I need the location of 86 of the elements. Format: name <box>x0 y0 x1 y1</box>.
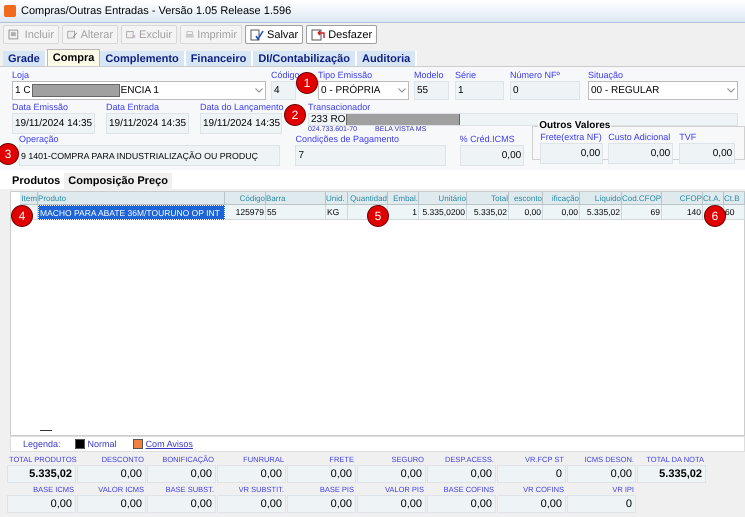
field-label: Data Emissão <box>12 102 70 114</box>
field-label: Série <box>455 70 478 82</box>
undo-document-icon <box>311 28 326 41</box>
field-label: Transacionador <box>308 102 372 114</box>
scrollbar-thumb[interactable] <box>40 430 52 432</box>
total-field: 0 <box>567 495 636 513</box>
tab[interactable]: Auditoria <box>357 51 418 66</box>
dropdown-field[interactable]: 00 - REGULAR <box>588 81 738 100</box>
tab[interactable]: Composição Preço <box>64 172 172 189</box>
total-field: 0,00 <box>217 495 286 513</box>
input-field[interactable]: 19/11/2024 14:35 <box>12 113 95 134</box>
input-field[interactable]: 0,00 <box>460 145 524 166</box>
input-field[interactable]: 0,00 <box>608 143 674 164</box>
document-icon <box>67 28 78 41</box>
input-field[interactable]: 0 <box>510 81 580 100</box>
field-label: Operação <box>19 134 60 146</box>
field-label: Data Entrada <box>106 102 160 114</box>
input-field[interactable]: 7 <box>295 145 446 166</box>
field-label: Loja <box>12 70 30 82</box>
dropdown-field[interactable]: 0 - PRÓPRIA <box>318 81 409 100</box>
field-label: TVF <box>679 132 698 144</box>
table-cell: 140 <box>662 204 703 220</box>
total-field: 0,00 <box>147 465 216 483</box>
input-field[interactable]: 19/11/2024 14:35 <box>200 113 282 134</box>
table-cell: 69 <box>622 204 662 220</box>
total-field: 5.335,02 <box>7 465 76 483</box>
input-field[interactable]: 0,00 <box>679 143 736 164</box>
field-label: % Créd.ICMS <box>460 134 516 146</box>
input-field[interactable]: 9 1401-COMPRA PARA INDUSTRIALIZAÇÃO OU PRODUÇ <box>19 145 280 166</box>
check-document-icon <box>250 28 264 41</box>
total-field: 0,00 <box>77 495 146 513</box>
legend-label: Legenda: <box>23 439 61 450</box>
input-field[interactable]: 55 <box>414 81 449 100</box>
table-cell: 0,00 <box>509 204 543 220</box>
input-field[interactable]: 19/11/2024 14:35 <box>106 113 189 134</box>
total-field: 0,00 <box>567 465 636 483</box>
total-field: 0,00 <box>427 465 496 483</box>
document-icon <box>126 28 136 41</box>
total-field: 0,00 <box>77 465 146 483</box>
total-field: 0,00 <box>357 495 426 513</box>
field-label: Frete(extra NF) <box>540 132 603 144</box>
field-label: Número NFº <box>510 70 561 82</box>
table-cell: 55 <box>266 204 326 220</box>
table-cell: 5.335,02 <box>467 204 509 220</box>
field-label: Tipo Emissão <box>318 70 374 82</box>
field-label: Data do Lançamento <box>200 102 282 114</box>
total-field: 0,00 <box>217 465 286 483</box>
total-field: 0,00 <box>427 495 496 513</box>
table-cell: 0,00 <box>543 204 580 220</box>
toolbar-button[interactable]: Salvar <box>245 24 304 44</box>
tab[interactable]: Complemento <box>100 51 186 66</box>
total-field: 5.335,02 <box>637 465 706 483</box>
tab[interactable]: Grade <box>3 51 47 66</box>
total-field: 0 <box>497 465 566 483</box>
input-field[interactable]: 0,00 <box>540 143 604 164</box>
total-field: 0,00 <box>497 495 566 513</box>
chevron-down-icon <box>398 88 406 94</box>
group-title: Outros Valores <box>538 120 612 132</box>
window-title: Compras/Outras Entradas - Versão 1.05 Release 1.596 <box>21 4 292 17</box>
legend-text: Normal <box>88 439 117 450</box>
table-cell: 5.335,02 <box>580 204 622 220</box>
total-field: 0,00 <box>287 495 356 513</box>
field-label: Condições de Pagamento <box>295 134 400 146</box>
total-field: 0,00 <box>7 495 76 513</box>
table-cell: MACHO PARA ABATE 36M/TOURUNO OP INT <box>38 204 225 220</box>
total-field: 0,00 <box>357 465 426 483</box>
toolbar-button[interactable]: Desfazer <box>306 24 378 44</box>
field-label: Situação <box>588 70 624 82</box>
table-cell: 125979 <box>225 204 266 220</box>
input-field[interactable]: 4 <box>271 81 296 100</box>
table-cell: 1 <box>388 204 419 220</box>
tab[interactable]: Financeiro <box>186 51 254 66</box>
total-field: 0,00 <box>147 495 216 513</box>
dropdown-field[interactable]: 1 C ENCIA 1 <box>12 81 266 100</box>
field-label: Custo Adicional <box>608 132 672 144</box>
chevron-down-icon <box>255 88 263 94</box>
app-logo-icon <box>4 4 16 17</box>
chevron-down-icon <box>727 88 735 94</box>
field-label: Modelo <box>414 70 445 82</box>
input-field[interactable]: 1 <box>455 81 504 100</box>
total-field: 0,00 <box>287 465 356 483</box>
legend-link[interactable]: Com Avisos <box>146 439 193 450</box>
tab[interactable]: DI/Contabilização <box>253 51 358 66</box>
table-cell: KG <box>326 204 348 220</box>
tab[interactable]: Compra <box>46 49 100 66</box>
table-cell: 5.335,0200 <box>419 204 467 220</box>
